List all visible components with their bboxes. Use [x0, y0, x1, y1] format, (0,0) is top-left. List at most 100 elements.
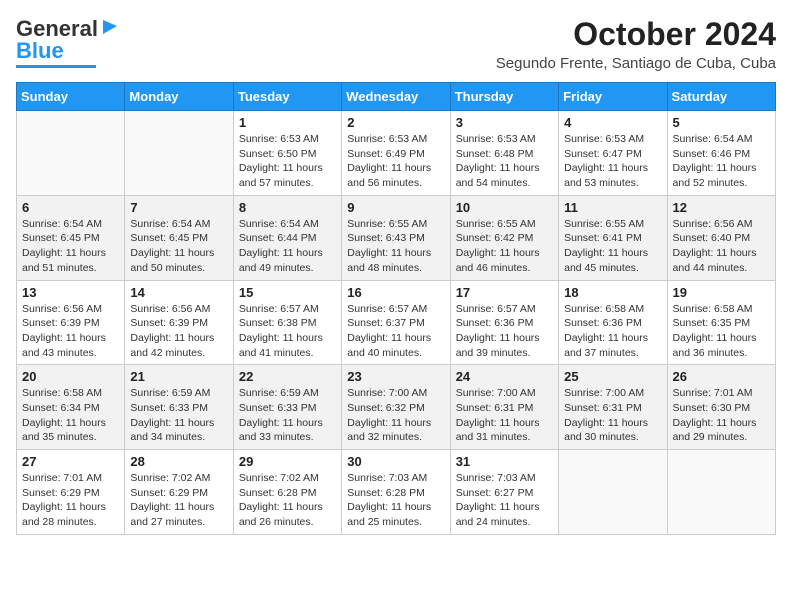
calendar-cell: 30 Sunrise: 7:03 AMSunset: 6:28 PMDayligh… [342, 450, 450, 535]
day-info: Sunrise: 6:56 AMSunset: 6:40 PMDaylight:… [673, 217, 770, 276]
weekday-header-tuesday: Tuesday [233, 83, 341, 111]
calendar-cell: 29 Sunrise: 7:02 AMSunset: 6:28 PMDayligh… [233, 450, 341, 535]
calendar-cell: 8 Sunrise: 6:54 AMSunset: 6:44 PMDaylight… [233, 195, 341, 280]
calendar-cell: 18 Sunrise: 6:58 AMSunset: 6:36 PMDayligh… [559, 280, 667, 365]
day-info: Sunrise: 6:57 AMSunset: 6:36 PMDaylight:… [456, 302, 553, 361]
calendar-cell [17, 111, 125, 196]
day-number: 16 [347, 285, 444, 300]
day-info: Sunrise: 7:01 AMSunset: 6:30 PMDaylight:… [673, 386, 770, 445]
day-info: Sunrise: 6:53 AMSunset: 6:49 PMDaylight:… [347, 132, 444, 191]
day-info: Sunrise: 7:00 AMSunset: 6:31 PMDaylight:… [564, 386, 661, 445]
calendar-cell: 9Sunrise: 6:55 AMSunset: 6:43 PMDaylight… [342, 195, 450, 280]
calendar-week-row: 6 Sunrise: 6:54 AMSunset: 6:45 PMDaylight… [17, 195, 776, 280]
logo-triangle-icon [101, 18, 119, 36]
calendar-week-row: 20 Sunrise: 6:58 AMSunset: 6:34 PMDayligh… [17, 365, 776, 450]
calendar-cell: 27 Sunrise: 7:01 AMSunset: 6:29 PMDayligh… [17, 450, 125, 535]
day-info: Sunrise: 7:02 AMSunset: 6:28 PMDaylight:… [239, 471, 336, 530]
calendar-cell: 24Sunrise: 7:00 AMSunset: 6:31 PMDayligh… [450, 365, 558, 450]
calendar-cell: 26 Sunrise: 7:01 AMSunset: 6:30 PMDayligh… [667, 365, 775, 450]
calendar-cell: 16Sunrise: 6:57 AMSunset: 6:37 PMDayligh… [342, 280, 450, 365]
calendar-cell: 10 Sunrise: 6:55 AMSunset: 6:42 PMDayligh… [450, 195, 558, 280]
logo-blue: Blue [16, 38, 64, 64]
day-number: 13 [22, 285, 119, 300]
day-info: Sunrise: 6:55 AMSunset: 6:41 PMDaylight:… [564, 217, 661, 276]
day-number: 21 [130, 369, 227, 384]
weekday-header-sunday: Sunday [17, 83, 125, 111]
day-number: 30 [347, 454, 444, 469]
weekday-header-saturday: Saturday [667, 83, 775, 111]
weekday-header-monday: Monday [125, 83, 233, 111]
calendar-cell: 4Sunrise: 6:53 AMSunset: 6:47 PMDaylight… [559, 111, 667, 196]
calendar-cell: 31Sunrise: 7:03 AMSunset: 6:27 PMDayligh… [450, 450, 558, 535]
calendar-cell: 7 Sunrise: 6:54 AMSunset: 6:45 PMDaylight… [125, 195, 233, 280]
calendar-cell: 23 Sunrise: 7:00 AMSunset: 6:32 PMDayligh… [342, 365, 450, 450]
day-info: Sunrise: 6:58 AMSunset: 6:36 PMDaylight:… [564, 302, 661, 361]
day-info: Sunrise: 7:00 AMSunset: 6:31 PMDaylight:… [456, 386, 553, 445]
day-info: Sunrise: 6:58 AMSunset: 6:34 PMDaylight:… [22, 386, 119, 445]
day-info: Sunrise: 7:03 AMSunset: 6:27 PMDaylight:… [456, 471, 553, 530]
calendar-cell: 22 Sunrise: 6:59 AMSunset: 6:33 PMDayligh… [233, 365, 341, 450]
calendar-cell: 20 Sunrise: 6:58 AMSunset: 6:34 PMDayligh… [17, 365, 125, 450]
day-info: Sunrise: 6:53 AMSunset: 6:47 PMDaylight:… [564, 132, 661, 191]
day-info: Sunrise: 6:56 AMSunset: 6:39 PMDaylight:… [130, 302, 227, 361]
day-info: Sunrise: 6:54 AMSunset: 6:45 PMDaylight:… [22, 217, 119, 276]
day-info: Sunrise: 6:54 AMSunset: 6:45 PMDaylight:… [130, 217, 227, 276]
calendar-cell: 1 Sunrise: 6:53 AMSunset: 6:50 PMDaylight… [233, 111, 341, 196]
day-info: Sunrise: 6:54 AMSunset: 6:44 PMDaylight:… [239, 217, 336, 276]
header: General Blue October 2024 Segundo Frente… [16, 16, 776, 72]
calendar-cell: 25 Sunrise: 7:00 AMSunset: 6:31 PMDayligh… [559, 365, 667, 450]
day-number: 10 [456, 200, 553, 215]
logo-underline [16, 65, 96, 68]
month-title: October 2024 [496, 16, 776, 53]
day-number: 6 [22, 200, 119, 215]
calendar-week-row: 1 Sunrise: 6:53 AMSunset: 6:50 PMDaylight… [17, 111, 776, 196]
day-info: Sunrise: 7:03 AMSunset: 6:28 PMDaylight:… [347, 471, 444, 530]
calendar-cell: 21 Sunrise: 6:59 AMSunset: 6:33 PMDayligh… [125, 365, 233, 450]
calendar-week-row: 13 Sunrise: 6:56 AMSunset: 6:39 PMDayligh… [17, 280, 776, 365]
calendar-cell [125, 111, 233, 196]
day-number: 28 [130, 454, 227, 469]
calendar-cell: 12 Sunrise: 6:56 AMSunset: 6:40 PMDayligh… [667, 195, 775, 280]
day-info: Sunrise: 6:58 AMSunset: 6:35 PMDaylight:… [673, 302, 770, 361]
weekday-header-wednesday: Wednesday [342, 83, 450, 111]
calendar-cell: 2 Sunrise: 6:53 AMSunset: 6:49 PMDaylight… [342, 111, 450, 196]
day-number: 1 [239, 115, 336, 130]
day-info: Sunrise: 6:55 AMSunset: 6:42 PMDaylight:… [456, 217, 553, 276]
day-number: 2 [347, 115, 444, 130]
calendar-cell: 19Sunrise: 6:58 AMSunset: 6:35 PMDayligh… [667, 280, 775, 365]
calendar-cell: 15Sunrise: 6:57 AMSunset: 6:38 PMDayligh… [233, 280, 341, 365]
calendar-cell: 28Sunrise: 7:02 AMSunset: 6:29 PMDayligh… [125, 450, 233, 535]
day-number: 17 [456, 285, 553, 300]
calendar-cell: 13Sunrise: 6:56 AMSunset: 6:39 PMDayligh… [17, 280, 125, 365]
calendar-header-row: SundayMondayTuesdayWednesdayThursdayFrid… [17, 83, 776, 111]
day-number: 23 [347, 369, 444, 384]
day-number: 9 [347, 200, 444, 215]
day-info: Sunrise: 6:59 AMSunset: 6:33 PMDaylight:… [130, 386, 227, 445]
calendar-cell: 17 Sunrise: 6:57 AMSunset: 6:36 PMDayligh… [450, 280, 558, 365]
day-number: 20 [22, 369, 119, 384]
calendar: SundayMondayTuesdayWednesdayThursdayFrid… [16, 82, 776, 535]
logo: General Blue [16, 16, 119, 68]
day-number: 18 [564, 285, 661, 300]
day-info: Sunrise: 6:59 AMSunset: 6:33 PMDaylight:… [239, 386, 336, 445]
day-info: Sunrise: 7:01 AMSunset: 6:29 PMDaylight:… [22, 471, 119, 530]
day-number: 25 [564, 369, 661, 384]
day-number: 22 [239, 369, 336, 384]
day-info: Sunrise: 6:53 AMSunset: 6:48 PMDaylight:… [456, 132, 553, 191]
day-number: 26 [673, 369, 770, 384]
calendar-cell: 6 Sunrise: 6:54 AMSunset: 6:45 PMDaylight… [17, 195, 125, 280]
calendar-cell: 5Sunrise: 6:54 AMSunset: 6:46 PMDaylight… [667, 111, 775, 196]
location-title: Segundo Frente, Santiago de Cuba, Cuba [496, 55, 776, 72]
day-number: 27 [22, 454, 119, 469]
day-number: 12 [673, 200, 770, 215]
day-info: Sunrise: 6:54 AMSunset: 6:46 PMDaylight:… [673, 132, 770, 191]
day-number: 8 [239, 200, 336, 215]
calendar-cell: 3Sunrise: 6:53 AMSunset: 6:48 PMDaylight… [450, 111, 558, 196]
day-info: Sunrise: 7:00 AMSunset: 6:32 PMDaylight:… [347, 386, 444, 445]
day-info: Sunrise: 6:53 AMSunset: 6:50 PMDaylight:… [239, 132, 336, 191]
day-number: 14 [130, 285, 227, 300]
day-info: Sunrise: 6:57 AMSunset: 6:38 PMDaylight:… [239, 302, 336, 361]
weekday-header-thursday: Thursday [450, 83, 558, 111]
day-number: 29 [239, 454, 336, 469]
day-number: 7 [130, 200, 227, 215]
